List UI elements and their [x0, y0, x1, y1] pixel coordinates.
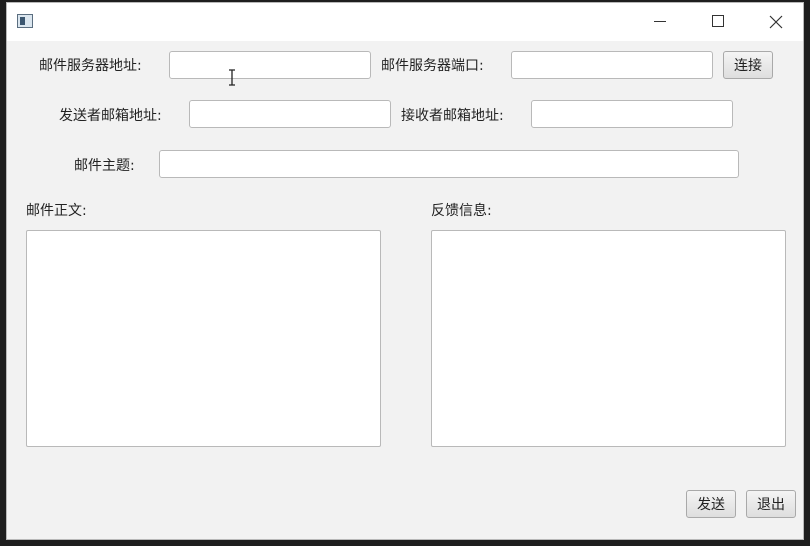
feedback-label: 反馈信息:	[431, 203, 492, 219]
receiver-label: 接收者邮箱地址:	[401, 108, 504, 124]
exit-button[interactable]: 退出	[746, 490, 796, 518]
maximize-icon[interactable]	[689, 3, 747, 41]
sender-label: 发送者邮箱地址:	[59, 108, 162, 124]
server-address-label: 邮件服务器地址:	[39, 58, 142, 74]
subject-label: 邮件主题:	[74, 158, 135, 174]
receiver-email-input[interactable]	[531, 100, 733, 128]
subject-input[interactable]	[159, 150, 739, 178]
minimize-icon[interactable]	[631, 3, 689, 41]
connect-button[interactable]: 连接	[723, 51, 773, 79]
send-button[interactable]: 发送	[686, 490, 736, 518]
title-bar	[7, 3, 803, 41]
server-port-label: 邮件服务器端口:	[381, 58, 484, 74]
text-cursor-icon	[229, 69, 235, 86]
sender-email-input[interactable]	[189, 100, 391, 128]
app-window-icon	[17, 14, 33, 28]
mail-body-label: 邮件正文:	[26, 203, 87, 219]
feedback-textarea[interactable]	[431, 230, 786, 447]
close-icon[interactable]	[747, 3, 805, 41]
server-port-input[interactable]	[511, 51, 713, 79]
server-address-input[interactable]	[169, 51, 371, 79]
mail-body-textarea[interactable]	[26, 230, 381, 447]
